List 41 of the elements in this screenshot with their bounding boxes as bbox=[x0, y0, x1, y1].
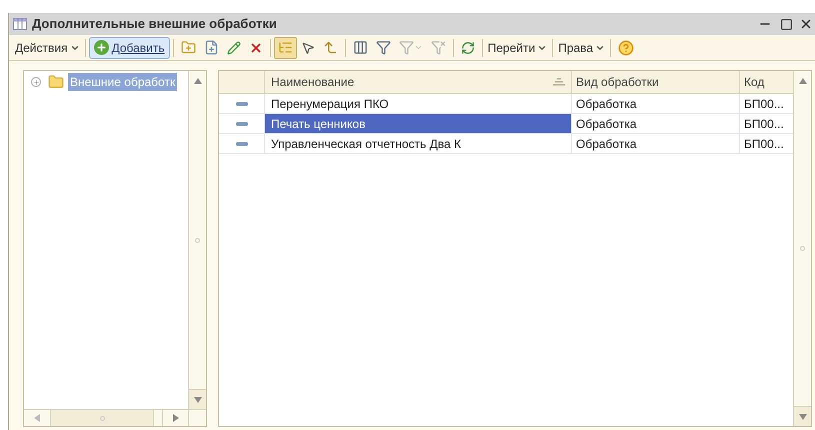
menu-button[interactable]: Перейти bbox=[486, 36, 550, 58]
column-header[interactable]: Вид обработки bbox=[572, 71, 740, 93]
table-cell-text: БП00... bbox=[743, 116, 785, 132]
up-arrow-icon bbox=[798, 78, 806, 84]
grip-icon bbox=[195, 238, 200, 242]
maximize-icon[interactable] bbox=[780, 18, 793, 30]
up-arrow-icon bbox=[194, 78, 202, 84]
table-cell: Управленческая отчетность Два К bbox=[265, 134, 572, 153]
column-header[interactable]: Наименование bbox=[265, 71, 572, 93]
sort-icon bbox=[553, 78, 565, 86]
item-icon bbox=[236, 102, 248, 106]
close-icon[interactable] bbox=[799, 17, 813, 31]
table-cell: Обработка bbox=[572, 94, 740, 113]
menu-button[interactable]: Права bbox=[556, 36, 608, 58]
menu-button[interactable]: Действия bbox=[13, 36, 82, 58]
window-title: Дополнительные внешние обработки bbox=[32, 15, 277, 34]
table-row[interactable]: Управленческая отчетность Два К Обработка БП00... bbox=[219, 134, 793, 154]
table-cell-text: БП00... bbox=[743, 136, 785, 152]
column-header[interactable]: Код bbox=[740, 71, 793, 93]
plus-icon bbox=[94, 40, 109, 55]
left-arrow-icon bbox=[34, 414, 40, 422]
down-arrow-icon bbox=[798, 414, 806, 420]
table-cell: Обработка bbox=[572, 134, 740, 153]
add-button[interactable]: Добавить bbox=[88, 36, 170, 58]
expand-icon[interactable] bbox=[31, 77, 41, 87]
table-cell: Печать ценников bbox=[265, 114, 572, 133]
item-icon bbox=[236, 142, 248, 146]
scrollbar[interactable] bbox=[793, 71, 811, 426]
table-icon bbox=[13, 18, 27, 30]
down-arrow-icon bbox=[194, 396, 202, 402]
grip-icon bbox=[100, 416, 104, 420]
grip-icon bbox=[800, 246, 805, 251]
table-row[interactable]: Печать ценников Обработка БП00... bbox=[219, 114, 793, 134]
right-arrow-icon bbox=[172, 414, 178, 422]
scrollbar[interactable] bbox=[188, 71, 206, 409]
table-cell: Обработка bbox=[572, 114, 740, 133]
horizontal-scrollbar[interactable] bbox=[24, 409, 206, 426]
table-cell-text: БП00... bbox=[743, 96, 785, 112]
item-icon bbox=[236, 122, 248, 126]
table-cell: Перенумерация ПКО bbox=[265, 94, 572, 113]
folder-icon bbox=[48, 74, 64, 90]
